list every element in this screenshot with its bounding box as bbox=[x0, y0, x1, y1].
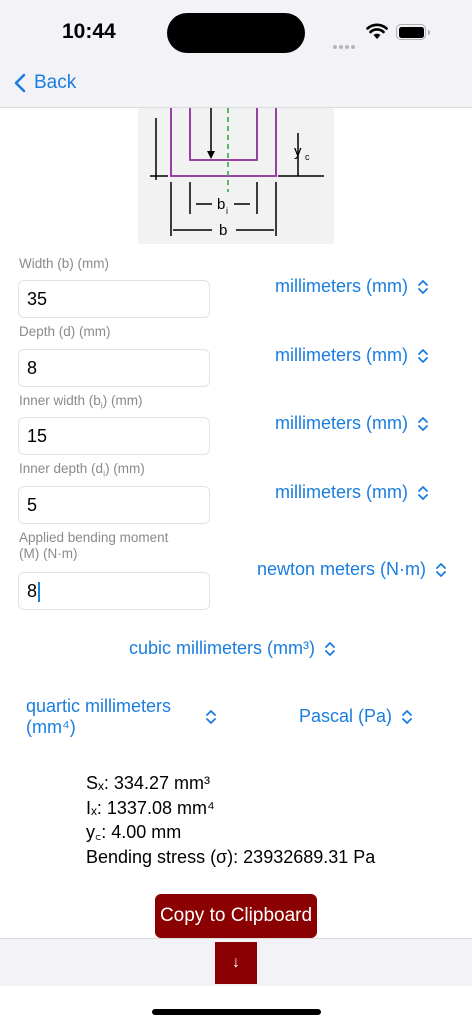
section-modulus-unit-label: cubic millimeters (mm³) bbox=[129, 638, 315, 658]
results-block: Sₓ: 334.27 mm³ Iₓ: 1337.08 mm⁴ y꜀: 4.00 … bbox=[86, 771, 375, 869]
inner-depth-input[interactable]: 5 bbox=[18, 486, 210, 524]
chevron-up-down-icon bbox=[418, 279, 428, 294]
copy-to-clipboard-button[interactable]: Copy to Clipboard bbox=[155, 894, 317, 938]
chevron-up-down-icon bbox=[418, 485, 428, 500]
moment-of-inertia-unit-label: quartic millimeters (mm⁴) bbox=[26, 696, 172, 737]
depth-label: Depth (d) (mm) bbox=[19, 324, 111, 339]
b-label: b bbox=[219, 222, 227, 239]
back-label: Back bbox=[34, 72, 77, 93]
moment-of-inertia-result: Iₓ: 1337.08 mm⁴ bbox=[86, 797, 215, 818]
arrow-down-icon: ↓ bbox=[232, 954, 240, 971]
inner-depth-unit-label: millimeters (mm) bbox=[275, 482, 408, 502]
dynamic-island bbox=[167, 13, 305, 53]
cross-section-diagram: y c b i b bbox=[138, 108, 334, 244]
scroll-down-button[interactable]: ↓ bbox=[215, 942, 257, 984]
wifi-icon bbox=[366, 23, 388, 39]
yc-label: y bbox=[294, 143, 302, 160]
bending-moment-unit-select[interactable]: newton meters (N·m) bbox=[257, 559, 446, 580]
width-input[interactable]: 35 bbox=[18, 280, 210, 318]
cellular-signal-icon bbox=[333, 36, 357, 54]
chevron-up-down-icon bbox=[418, 348, 428, 363]
bending-moment-unit-label: newton meters (N·m) bbox=[257, 559, 427, 579]
section-modulus-result: Sₓ: 334.27 mm³ bbox=[86, 773, 210, 793]
width-unit-select[interactable]: millimeters (mm) bbox=[275, 276, 428, 297]
inner-width-unit-select[interactable]: millimeters (mm) bbox=[275, 413, 428, 434]
stress-unit-select[interactable]: Pascal (Pa) bbox=[299, 706, 412, 727]
inner-width-label: Inner width (bi) (mm) bbox=[19, 393, 143, 411]
chevron-up-down-icon bbox=[418, 416, 428, 431]
width-label: Width (b) (mm) bbox=[19, 256, 109, 271]
status-time: 10:44 bbox=[62, 20, 116, 43]
moment-of-inertia-unit-select[interactable]: quartic millimeters (mm⁴) bbox=[26, 696, 216, 738]
width-unit-label: millimeters (mm) bbox=[275, 276, 408, 296]
battery-icon bbox=[396, 24, 430, 40]
status-bar: 10:44 bbox=[0, 0, 472, 62]
inner-depth-unit-select[interactable]: millimeters (mm) bbox=[275, 482, 428, 503]
inner-width-unit-label: millimeters (mm) bbox=[275, 413, 408, 433]
chevron-up-down-icon bbox=[402, 709, 412, 724]
chevron-left-icon bbox=[14, 73, 26, 93]
home-indicator[interactable] bbox=[152, 1009, 321, 1015]
chevron-up-down-icon bbox=[436, 562, 446, 577]
chevron-up-down-icon bbox=[325, 641, 335, 656]
bending-moment-input[interactable]: 8 bbox=[18, 572, 210, 610]
stress-unit-label: Pascal (Pa) bbox=[299, 706, 393, 726]
text-cursor bbox=[38, 582, 41, 603]
yc-subscript: c bbox=[305, 152, 310, 162]
depth-input[interactable]: 8 bbox=[18, 349, 210, 387]
centroid-result: y꜀: 4.00 mm bbox=[86, 822, 182, 842]
inner-width-input[interactable]: 15 bbox=[18, 417, 210, 455]
depth-unit-label: millimeters (mm) bbox=[275, 345, 408, 365]
depth-unit-select[interactable]: millimeters (mm) bbox=[275, 345, 428, 366]
bending-stress-result: Bending stress (σ): 23932689.31 Pa bbox=[86, 846, 376, 867]
bending-moment-label: Applied bending moment (M) (N·m) bbox=[19, 530, 169, 561]
bi-label: b bbox=[217, 196, 225, 213]
back-button[interactable]: Back bbox=[14, 72, 76, 94]
bi-subscript: i bbox=[226, 206, 228, 216]
section-modulus-unit-select[interactable]: cubic millimeters (mm³) bbox=[129, 638, 335, 659]
chevron-up-down-icon bbox=[206, 710, 216, 724]
inner-depth-label: Inner depth (di) (mm) bbox=[19, 461, 145, 479]
navigation-bar: Back bbox=[0, 62, 472, 108]
